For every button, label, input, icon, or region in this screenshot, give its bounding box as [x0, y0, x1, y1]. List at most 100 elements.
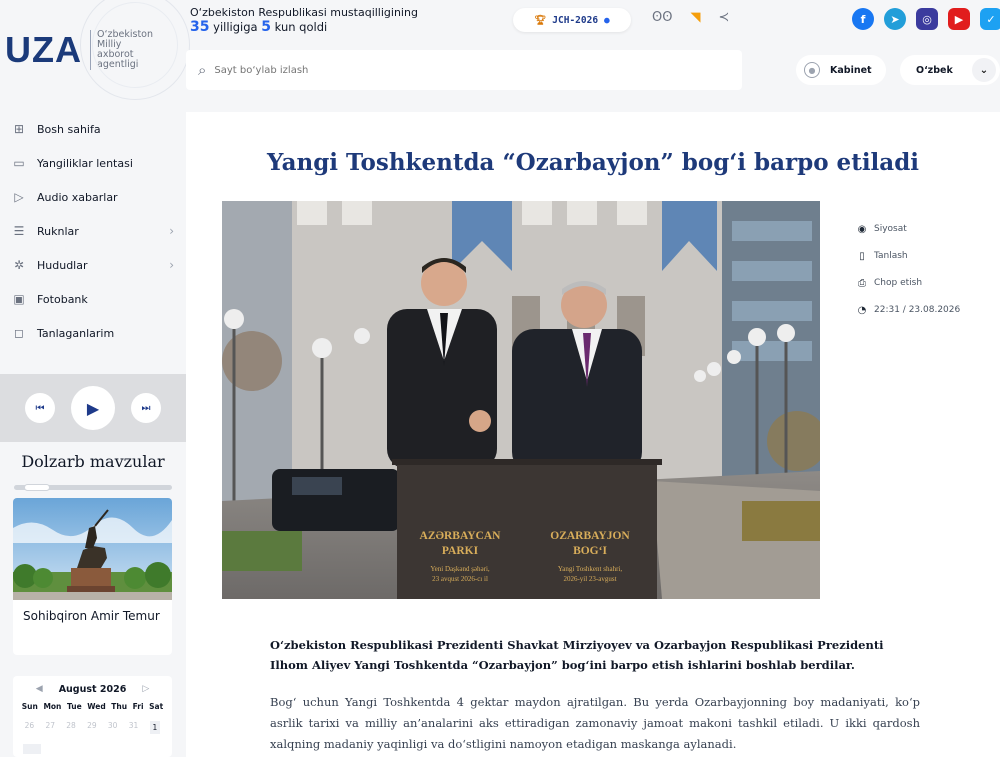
social-links: f ➤ ◎ ▶ ✓: [852, 8, 1000, 30]
independence-mid: yilligiga: [213, 20, 258, 34]
plaque-left-title1: AZƏRBAYCAN: [420, 530, 502, 542]
bookmark-action[interactable]: ▯ Tanlash: [856, 249, 960, 263]
plaque-left-title2: PARKI: [442, 545, 479, 557]
play-icon[interactable]: ▶: [71, 386, 115, 430]
chevron-right-icon: ›: [169, 224, 174, 238]
calendar-day[interactable]: 28: [66, 721, 76, 734]
topics-title: Dolzarb mavzular: [21, 452, 165, 471]
presidents-handshake-image: AZƏRBAYCAN PARKI Yeni Daşkənd şəhəri, 23…: [222, 201, 820, 599]
printer-icon: ⎙: [858, 277, 866, 289]
bookmark-icon: ▯: [859, 250, 865, 262]
independence-countdown[interactable]: O‘zbekiston Respublikasi mustaqilliginin…: [190, 5, 418, 35]
plaque-right-sub2: 2026-yil 23-avgust: [563, 575, 616, 583]
search-input[interactable]: [214, 64, 695, 76]
plaque-left-sub1: Yeni Daşkənd şəhəri,: [430, 565, 490, 573]
article-category[interactable]: ◉ Siyosat: [856, 222, 960, 236]
kabinet-button[interactable]: ● Kabinet: [796, 55, 886, 85]
previous-track-icon[interactable]: ⏮︎: [25, 393, 55, 423]
weekday: Mon: [43, 702, 62, 711]
rss-icon[interactable]: ◥: [690, 10, 700, 25]
independence-days: 5: [261, 19, 271, 35]
facebook-icon[interactable]: f: [852, 8, 874, 30]
topic-caption: Sohibqiron Amir Temur: [23, 609, 160, 623]
jch-label: JCH-2026: [552, 14, 599, 26]
grid-icon: ⊞: [13, 122, 25, 136]
youtube-icon[interactable]: ▶: [948, 8, 970, 30]
next-track-icon[interactable]: ⏭︎: [131, 393, 161, 423]
logo-ring-decoration-inner: [92, 2, 178, 88]
plaque-right-title1: OZARBAYJON: [550, 530, 630, 542]
plaque-right-sub1: Yangi Toshkent shahri,: [558, 565, 622, 573]
map-icon: ✲: [13, 258, 25, 272]
weekday: Sun: [21, 702, 38, 711]
logo-wordmark: UZA: [5, 29, 82, 70]
sidebar-item-label: Bosh sahifa: [37, 122, 101, 136]
article-photo[interactable]: AZƏRBAYCAN PARKI Yeni Daşkənd şəhəri, 23…: [222, 201, 820, 599]
calendar-day[interactable]: 1: [149, 721, 161, 734]
print-label: Chop etish: [874, 278, 923, 288]
article-title: Yangi Toshkentda “Ozarbayjon” bog‘i barp…: [266, 149, 920, 176]
twitter-icon[interactable]: ✓: [980, 8, 1000, 30]
jch-2026-button[interactable]: 🏆︎ JCH-2026 ●: [513, 8, 631, 32]
independence-years: 35: [190, 19, 210, 35]
list-icon: ☰: [13, 224, 25, 238]
calendar-day[interactable]: 30: [108, 721, 118, 734]
amir-temur-monument-image: [13, 498, 172, 600]
topics-scroll-indicator[interactable]: [14, 484, 172, 491]
language-select[interactable]: O‘zbek ⌄: [900, 55, 1000, 85]
search-icon: ⌕: [198, 61, 207, 79]
calendar-month: August 2026: [58, 683, 127, 695]
sidebar-item-ruknlar[interactable]: ☰ Ruknlar ›: [0, 214, 186, 248]
weekday: Wed: [87, 702, 106, 711]
calendar-day[interactable]: 27: [45, 721, 55, 734]
calendar-day[interactable]: 31: [129, 721, 139, 734]
datetime-label: 22:31 / 23.08.2026: [874, 305, 961, 315]
bookmark-label: Tanlash: [874, 251, 908, 261]
article-main: Yangi Toshkentda “Ozarbayjon” bog‘i barp…: [186, 112, 1000, 757]
globe-icon: ●: [604, 14, 610, 26]
calendar-widget: ◀ August 2026 ▷ Sun Mon Tue Wed Thu Fri …: [13, 676, 172, 757]
chevron-down-icon[interactable]: ⌄: [972, 58, 996, 82]
glasses-icon[interactable]: ʘʘ: [652, 10, 672, 25]
feed-icon: ▭: [13, 156, 25, 170]
trophy-icon: 🏆︎: [534, 14, 547, 26]
calendar-day[interactable]: 26: [25, 721, 35, 734]
topic-card[interactable]: Sohibqiron Amir Temur: [13, 498, 172, 655]
category-label: Siyosat: [874, 224, 907, 234]
instagram-icon[interactable]: ◎: [916, 8, 938, 30]
calendar-next-icon[interactable]: ▷: [142, 684, 149, 694]
logo[interactable]: UZA O‘zbekiston Milliy axborot agentligi: [0, 0, 190, 100]
weekday: Fri: [132, 702, 144, 711]
calendar-prev-icon[interactable]: ◀: [36, 684, 43, 694]
calendar-day[interactable]: 29: [87, 721, 97, 734]
calendar-dates: 26 27 28 29 30 31 1: [13, 721, 172, 734]
image-icon: ▣: [13, 292, 25, 306]
sidebar-item-fotobank[interactable]: ▣ Fotobank: [0, 282, 186, 316]
audio-player: ⏮︎ ▶ ⏭︎: [0, 374, 186, 442]
article-lead: O‘zbekiston Respublikasi Prezidenti Shav…: [270, 638, 884, 672]
sidebar-item-label: Tanlaganlarim: [37, 326, 115, 340]
print-action[interactable]: ⎙ Chop etish: [856, 276, 960, 290]
calendar-weekdays: Sun Mon Tue Wed Thu Fri Sat: [13, 702, 172, 711]
sidebar-item-audio-xabarlar[interactable]: ▷ Audio xabarlar: [0, 180, 186, 214]
sidebar-nav: ⊞ Bosh sahifa ▭ Yangiliklar lentasi ▷ Au…: [0, 112, 186, 350]
independence-line1: O‘zbekiston Respublikasi mustaqilliginin…: [190, 6, 418, 19]
sidebar-item-yangiliklar-lentasi[interactable]: ▭ Yangiliklar lentasi: [0, 146, 186, 180]
weekday: Thu: [111, 702, 128, 711]
article-datetime: ◔ 22:31 / 23.08.2026: [856, 303, 961, 317]
sidebar-item-tanlaganlarim[interactable]: ◻ Tanlaganlarim: [0, 316, 186, 350]
sidebar-item-bosh-sahifa[interactable]: ⊞ Bosh sahifa: [0, 112, 186, 146]
sidebar-item-hududlar[interactable]: ✲ Hududlar ›: [0, 248, 186, 282]
chevron-right-icon: ›: [169, 258, 174, 272]
sidebar-item-label: Audio xabarlar: [37, 190, 118, 204]
search-bar[interactable]: ⌕: [186, 50, 742, 90]
language-label: O‘zbek: [916, 64, 953, 76]
sidebar-item-label: Yangiliklar lentasi: [37, 156, 133, 170]
header-tools: ʘʘ ◥ ≺: [652, 10, 729, 25]
calendar-next-row: [23, 744, 41, 754]
telegram-icon[interactable]: ➤: [884, 8, 906, 30]
article-body: Bog‘ uchun Yangi Toshkentda 4 gektar may…: [270, 695, 920, 751]
share-icon[interactable]: ≺: [718, 10, 729, 25]
plaque-right-title2: BOG‘I: [573, 545, 607, 557]
bookmark-icon: ◻: [14, 326, 24, 340]
